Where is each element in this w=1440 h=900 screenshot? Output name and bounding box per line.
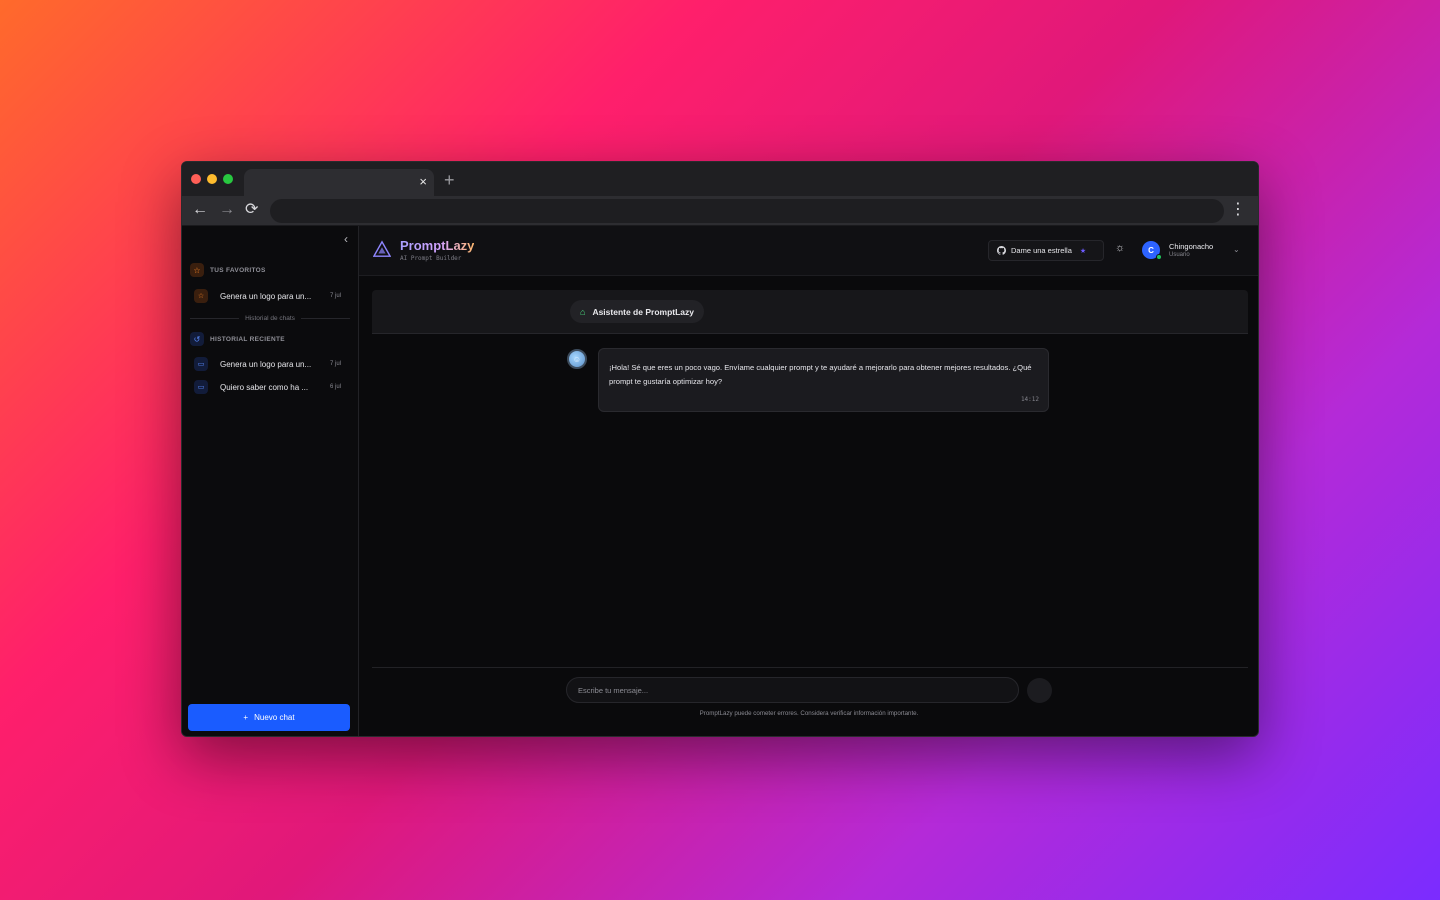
favorite-item-title: Genera un logo para un... (220, 291, 312, 301)
new-chat-label: Nuevo chat (254, 713, 295, 722)
logo-triangle-icon (373, 240, 391, 257)
recent-chat-title: Quiero saber como ha ... (220, 382, 309, 392)
plus-icon: + (243, 713, 249, 722)
back-arrow-icon[interactable]: ← (192, 201, 208, 219)
recent-chat-title: Genera un logo para un... (220, 359, 312, 369)
history-divider-label: Historial de chats (245, 315, 295, 322)
app-header: PromptLazy AI Prompt Builder Dame una es… (359, 226, 1258, 276)
favorite-item[interactable]: ☆ Genera un logo para un... 7 jul (182, 286, 358, 306)
composer-divider (372, 667, 1248, 668)
browser-window: × + ← → ⟳ ⋮ ‹ ☆ TUS FAVORITOS ☆ Genera u… (181, 161, 1259, 737)
recent-chat-date: 7 jul (330, 361, 342, 367)
star-button-label: Dame una estrella (1011, 246, 1072, 255)
main-panel: PromptLazy AI Prompt Builder Dame una es… (359, 226, 1258, 736)
browser-toolbar: ← → ⟳ ⋮ (182, 196, 1258, 226)
online-status-indicator (1156, 254, 1162, 260)
chat-header-banner: ⌂ Asistente de PromptLazy (372, 290, 1248, 334)
github-star-button[interactable]: Dame una estrella ★ (988, 240, 1104, 261)
browser-menu-icon[interactable]: ⋮ (1230, 200, 1246, 220)
bot-icon: ⌂ (580, 306, 586, 317)
history-divider: Historial de chats (182, 315, 358, 322)
disclaimer-text: PromptLazy puede cometer errores. Consid… (699, 710, 919, 717)
robot-icon: ☺ (572, 354, 582, 364)
window-controls (191, 174, 233, 184)
theme-toggle-sun-icon[interactable]: ☼ (1115, 242, 1125, 254)
chevron-down-icon[interactable]: ⌄ (1233, 245, 1240, 254)
close-tab-icon[interactable]: × (419, 174, 427, 190)
message-text: ¡Hola! Sé que eres un poco vago. Envíame… (609, 363, 1032, 386)
assistant-badge: ⌂ Asistente de PromptLazy (570, 300, 704, 323)
assistant-message-bubble: ¡Hola! Sé que eres un poco vago. Envíame… (598, 348, 1049, 412)
favorites-section-header: ☆ TUS FAVORITOS (182, 263, 358, 277)
history-icon: ↺ (190, 332, 204, 346)
minimize-window-button[interactable] (207, 174, 217, 184)
recent-label: HISTORIAL RECIENTE (210, 335, 285, 343)
user-role: Usuario (1169, 252, 1190, 258)
favorite-item-date: 7 jul (330, 293, 342, 299)
chat-bubble-icon: ▭ (194, 380, 208, 394)
send-button[interactable] (1027, 678, 1052, 703)
sidebar: ‹ ☆ TUS FAVORITOS ☆ Genera un logo para … (182, 226, 359, 736)
forward-arrow-icon[interactable]: → (219, 201, 235, 219)
message-input[interactable] (566, 677, 1019, 703)
favorites-label: TUS FAVORITOS (210, 266, 266, 274)
sparkle-icon: ★ (1079, 247, 1087, 255)
star-icon: ☆ (190, 263, 204, 277)
reload-icon[interactable]: ⟳ (245, 201, 258, 219)
user-name[interactable]: Chingonacho (1169, 242, 1213, 251)
collapse-sidebar-icon[interactable]: ‹ (344, 232, 348, 246)
new-tab-icon[interactable]: + (444, 171, 455, 189)
address-bar[interactable] (270, 199, 1224, 223)
assistant-label: Asistente de PromptLazy (592, 306, 694, 317)
assistant-avatar: ☺ (567, 349, 587, 369)
brand-name: PromptLazy (400, 238, 475, 253)
app-root: ‹ ☆ TUS FAVORITOS ☆ Genera un logo para … (182, 226, 1258, 736)
new-chat-button[interactable]: + Nuevo chat (188, 704, 350, 731)
recent-chat-item[interactable]: ▭ Quiero saber como ha ... 6 jul (182, 377, 358, 397)
chat-bubble-icon: ▭ (194, 357, 208, 371)
recent-chat-item[interactable]: ▭ Genera un logo para un... 7 jul (182, 354, 358, 374)
message-timestamp: 14:12 (1020, 396, 1039, 403)
star-icon: ☆ (194, 289, 208, 303)
brand-tagline: AI Prompt Builder (400, 255, 462, 262)
recent-chat-date: 6 jul (330, 384, 342, 390)
browser-tabbar: × + (182, 162, 1258, 196)
recent-section-header: ↺ HISTORIAL RECIENTE (182, 332, 358, 346)
maximize-window-button[interactable] (223, 174, 233, 184)
browser-tab[interactable]: × (244, 169, 434, 196)
github-icon (997, 246, 1006, 255)
close-window-button[interactable] (191, 174, 201, 184)
